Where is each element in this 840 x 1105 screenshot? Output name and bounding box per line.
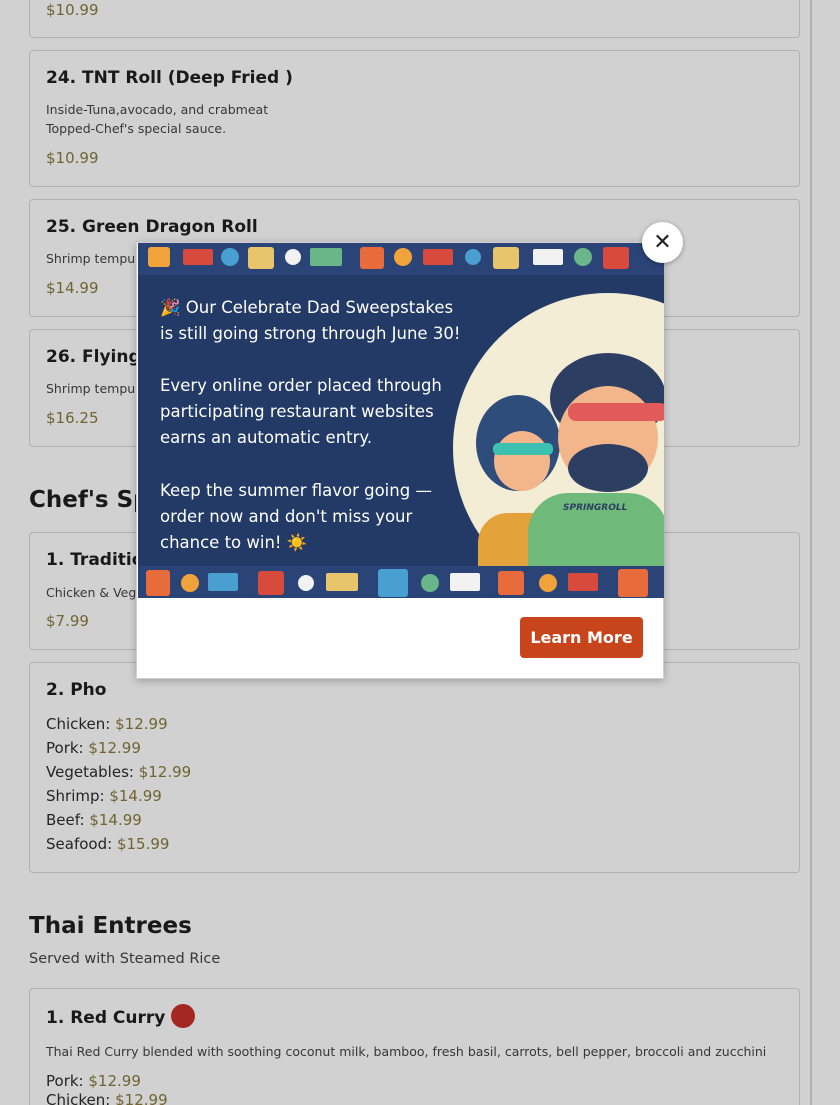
promo-text-line: 🎉 Our Celebrate Dad Sweepstakes xyxy=(160,298,454,317)
promo-text-line: order now and don't miss your xyxy=(160,507,413,526)
close-button[interactable]: ✕ xyxy=(642,222,683,263)
promo-text-line: is still going strong through June 30! xyxy=(160,324,461,343)
promo-text-line: Keep the summer flavor going — xyxy=(160,481,432,500)
promo-text-line: participating restaurant websites xyxy=(160,402,434,421)
promo-text-line: Every online order placed through xyxy=(160,376,442,395)
promo-modal: SPRINGROLL 🎉 Our Celebrate Dad Sweepstak… xyxy=(136,242,664,679)
close-icon: ✕ xyxy=(653,230,672,255)
brand-badge: SPRINGROLL xyxy=(563,503,628,513)
learn-more-button[interactable]: Learn More xyxy=(520,617,643,658)
promo-banner: SPRINGROLL 🎉 Our Celebrate Dad Sweepstak… xyxy=(138,243,664,598)
promo-text-line: chance to win! ☀️ xyxy=(160,533,308,552)
promo-text-line: earns an automatic entry. xyxy=(160,428,373,447)
